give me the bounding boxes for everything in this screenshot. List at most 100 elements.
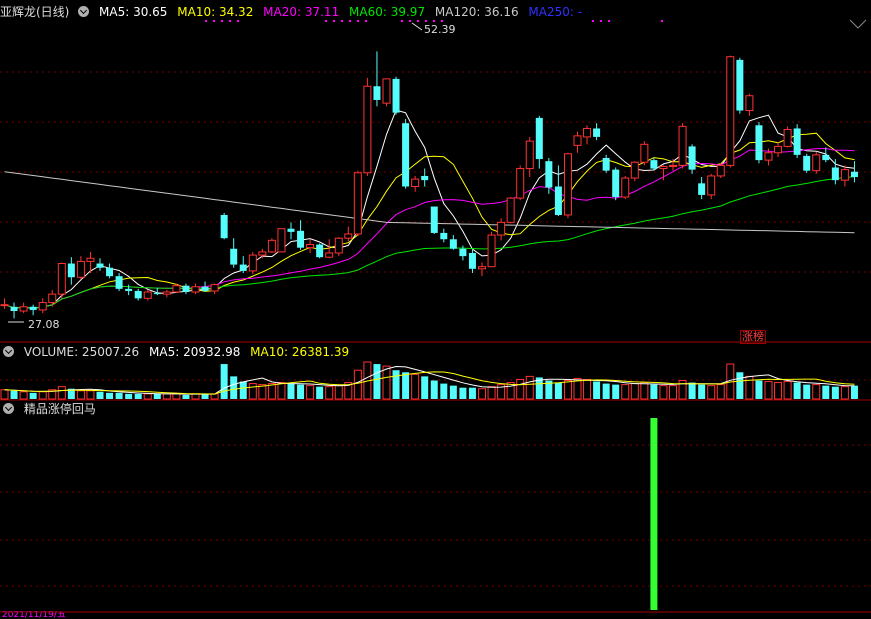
candle-body — [707, 175, 716, 196]
volume-bar — [287, 383, 295, 399]
event-dot — [333, 20, 335, 22]
candle-body — [716, 164, 725, 177]
candle-body — [669, 164, 677, 167]
candle-body — [306, 244, 315, 249]
candle-body — [248, 254, 257, 272]
volume-bar — [593, 381, 601, 399]
candle-body — [812, 154, 821, 172]
candle-body — [745, 95, 754, 112]
volume-bar — [812, 384, 821, 400]
volume-bar — [10, 390, 18, 399]
candle-body — [554, 186, 562, 215]
volume-bar — [115, 392, 123, 399]
volume-bar — [822, 385, 830, 399]
volume-bar — [134, 393, 142, 399]
volume-bar — [230, 376, 238, 399]
volume-bar — [612, 384, 620, 399]
candle-body — [822, 154, 830, 161]
ma60-line — [4, 176, 855, 309]
event-dot — [661, 20, 663, 22]
candle-body — [459, 248, 467, 257]
volume-bar — [525, 375, 534, 400]
volume-bar — [277, 382, 286, 400]
volume-bar — [764, 381, 773, 400]
corner-marker — [849, 19, 867, 29]
volume-bar — [850, 385, 858, 399]
candle-body — [698, 183, 706, 195]
candle-body — [134, 290, 142, 299]
volume-bar — [793, 382, 801, 399]
volume-bar — [125, 393, 133, 399]
event-dot — [409, 20, 411, 22]
volume-bar — [583, 378, 592, 400]
candle-body — [593, 128, 601, 137]
candle-body — [612, 169, 620, 198]
candle-body — [106, 267, 114, 277]
event-dot — [417, 20, 419, 22]
volume-bar — [563, 380, 572, 400]
candle-body — [630, 161, 639, 179]
volume-bar — [516, 378, 525, 400]
candle-body — [583, 127, 592, 138]
candle-body — [76, 260, 85, 278]
volume-bar — [430, 380, 438, 399]
candle-body — [182, 285, 190, 293]
volume-bar — [239, 381, 247, 399]
volume-bar — [373, 364, 381, 399]
volume-bar — [191, 393, 200, 400]
volume-bar — [143, 393, 152, 400]
volume-bar — [840, 386, 849, 400]
candle-body — [220, 214, 228, 239]
candle-body — [411, 178, 420, 187]
volume-bar — [468, 387, 476, 399]
volume-bar — [554, 382, 562, 399]
candle-body — [640, 143, 649, 163]
candle-body — [402, 123, 410, 187]
event-dot — [205, 20, 207, 22]
volume-bar — [0, 389, 9, 400]
volume-bar — [297, 384, 305, 399]
volume-bar — [707, 385, 716, 400]
candle-body — [840, 169, 849, 181]
volume-bar — [353, 369, 362, 400]
candle-body — [258, 251, 267, 256]
volume-bar — [774, 382, 783, 400]
candle-body — [602, 158, 610, 171]
volume-bar — [621, 384, 630, 400]
candle-body — [10, 306, 18, 312]
volume-bar — [506, 382, 515, 400]
volume-bar — [306, 385, 315, 400]
volume-bar — [201, 393, 209, 399]
candle-body — [67, 263, 75, 278]
candle-body — [334, 237, 343, 254]
volume-bar — [630, 383, 639, 400]
volume-bar — [19, 391, 28, 400]
candle-body — [115, 276, 123, 289]
candle-body — [487, 234, 496, 268]
candle-body — [57, 263, 66, 295]
volume-bar — [57, 386, 66, 400]
candle-body — [277, 228, 286, 253]
candle-body — [267, 239, 276, 253]
candle-body — [783, 129, 792, 147]
volume-bar — [402, 372, 410, 399]
candle-body — [162, 291, 171, 295]
event-dot — [237, 20, 239, 22]
volume-bar — [421, 376, 429, 399]
volume-bar — [783, 381, 792, 400]
volume-bar — [106, 392, 114, 399]
volume-bar — [736, 372, 744, 399]
volume-bar — [316, 386, 324, 399]
volume-bar — [487, 386, 496, 400]
candle-body — [201, 286, 209, 291]
volume-bar — [96, 391, 104, 399]
volume-bar — [172, 393, 181, 400]
candle-body — [793, 128, 801, 155]
event-dot — [325, 20, 327, 22]
volume-bar — [382, 365, 391, 400]
candle-body — [153, 293, 161, 295]
volume-bar — [210, 393, 219, 400]
kline-chart[interactable] — [0, 0, 871, 619]
event-dot — [433, 20, 435, 22]
volume-bar — [716, 384, 725, 400]
